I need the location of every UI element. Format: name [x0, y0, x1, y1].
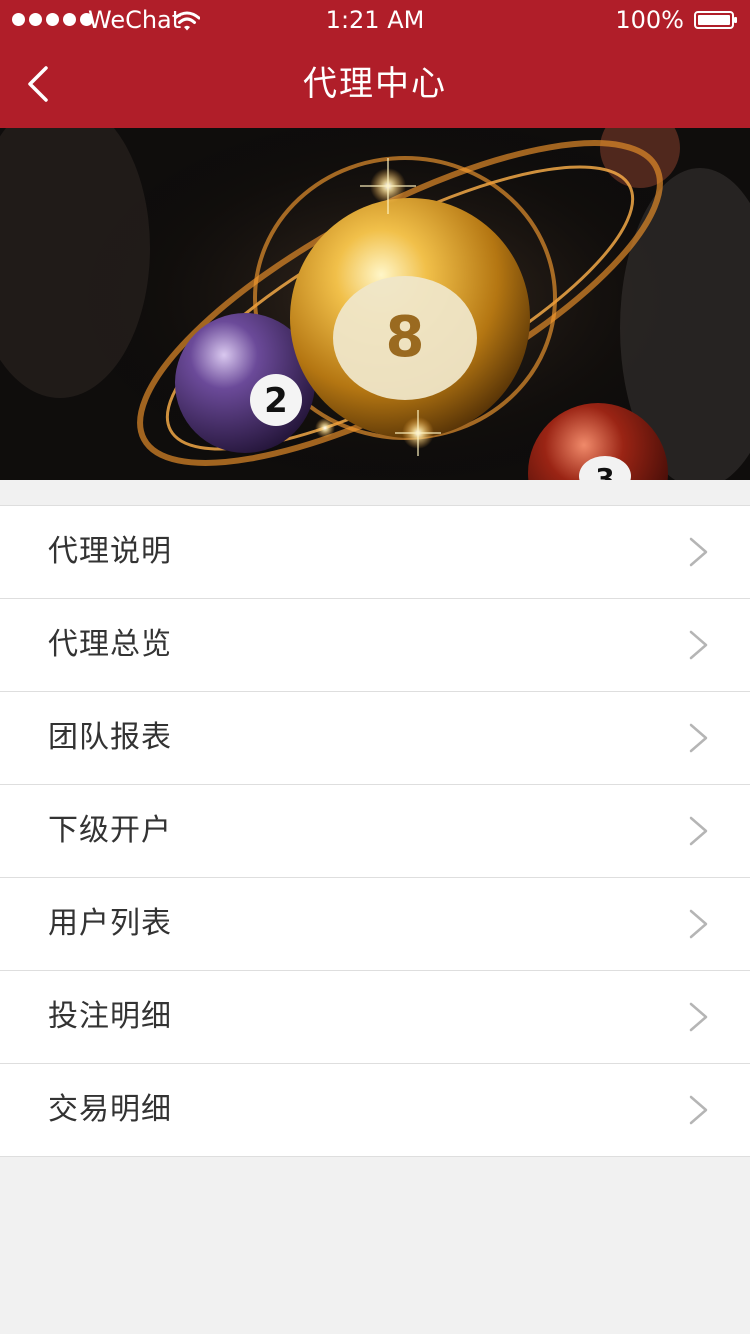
nav-bar: 代理中心 [0, 40, 750, 128]
chevron-right-icon [689, 816, 708, 846]
menu-item-label: 投注明细 [48, 999, 172, 1034]
billiard-balls-banner: 2 8 3 [0, 128, 750, 480]
app-header: WeChat 1:21 AM 100% 代理中心 [0, 0, 750, 128]
menu-item-label: 用户列表 [48, 906, 172, 941]
menu-item-agent-overview[interactable]: 代理总览 [0, 598, 750, 691]
battery-percentage: 100% [615, 6, 684, 34]
menu-item-label: 代理说明 [48, 534, 172, 569]
promo-banner[interactable]: 2 8 3 [0, 128, 750, 480]
menu-item-agent-description[interactable]: 代理说明 [0, 506, 750, 598]
ball-number-2: 2 [264, 381, 288, 421]
menu-item-transaction-details[interactable]: 交易明细 [0, 1063, 750, 1156]
chevron-right-icon [689, 1095, 708, 1125]
menu-item-user-list[interactable]: 用户列表 [0, 877, 750, 970]
agent-menu-list: 代理说明 代理总览 团队报表 下级开户 用户列表 投注明细 交易明细 [0, 505, 750, 1157]
chevron-right-icon [689, 537, 708, 567]
chevron-right-icon [689, 909, 708, 939]
battery-icon [694, 11, 737, 29]
menu-item-label: 代理总览 [48, 627, 172, 662]
menu-item-label: 交易明细 [48, 1092, 172, 1127]
menu-item-sub-account-opening[interactable]: 下级开户 [0, 784, 750, 877]
page-title: 代理中心 [303, 64, 447, 104]
ball-number-8: 8 [386, 305, 425, 370]
chevron-right-icon [689, 1002, 708, 1032]
chevron-right-icon [689, 723, 708, 753]
menu-item-team-report[interactable]: 团队报表 [0, 691, 750, 784]
chevron-right-icon [689, 630, 708, 660]
menu-item-label: 团队报表 [48, 720, 172, 755]
status-bar: WeChat 1:21 AM 100% [0, 0, 750, 40]
menu-item-label: 下级开户 [48, 813, 172, 848]
ball-number-3: 3 [595, 462, 614, 480]
menu-item-bet-details[interactable]: 投注明细 [0, 970, 750, 1063]
